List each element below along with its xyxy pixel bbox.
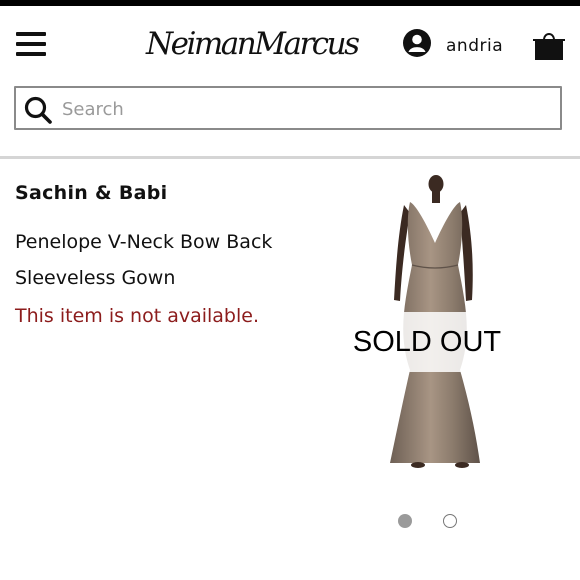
shopping-bag-icon: [533, 33, 565, 60]
product-name-line: Sleeveless Gown: [15, 267, 176, 289]
menu-bar: [16, 32, 46, 36]
availability-message: This item is not available.: [15, 305, 260, 327]
sold-out-badge: SOLD OUT: [348, 312, 506, 372]
header-divider: [0, 156, 580, 159]
search-icon[interactable]: [23, 95, 53, 125]
product-name-line: Penelope V-Neck Bow Back: [15, 231, 273, 253]
product-name: Penelope V-Neck Bow Back Sleeveless Gown: [15, 224, 315, 296]
gallery-dot-active[interactable]: [398, 514, 412, 528]
shopping-bag-button[interactable]: [532, 28, 566, 62]
neiman-marcus-logo[interactable]: NeimanMarcus: [146, 14, 360, 74]
menu-bar: [16, 52, 46, 56]
user-icon: [403, 29, 431, 57]
search-input[interactable]: [60, 93, 554, 125]
search-box[interactable]: [14, 86, 562, 130]
product-brand[interactable]: Sachin & Babi: [15, 182, 167, 204]
account-name: andria: [446, 36, 504, 56]
menu-icon[interactable]: [16, 32, 46, 56]
gallery-dot[interactable]: [443, 514, 457, 528]
menu-bar: [16, 42, 46, 46]
top-bar: [0, 0, 580, 6]
